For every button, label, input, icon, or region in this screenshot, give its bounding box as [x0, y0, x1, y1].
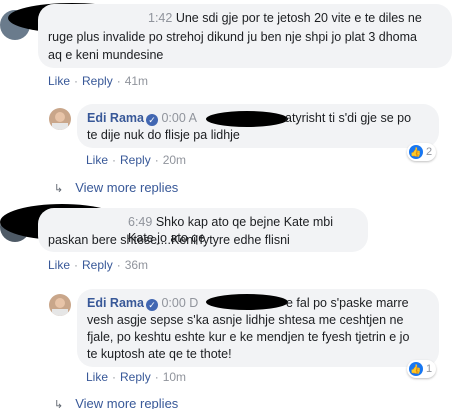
reply-link[interactable]: Reply — [120, 153, 151, 167]
view-more-label: View more replies — [75, 180, 179, 195]
redacted-name — [206, 294, 288, 310]
reply-actions: Like · Reply · 10m — [86, 370, 186, 384]
comment-actions: Like · Reply · 36m — [48, 258, 148, 272]
reply-actions: Like · Reply · 20m — [86, 153, 186, 167]
redacted-name — [206, 111, 288, 127]
reply-link[interactable]: Reply — [82, 258, 113, 272]
reaction-count[interactable]: 👍 1 — [407, 360, 437, 378]
comment-text-line: aq e keni mundesine — [48, 48, 164, 62]
view-more-label: View more replies — [75, 396, 179, 409]
reaction-number: 1 — [426, 363, 433, 375]
separator: · — [112, 370, 117, 384]
author-name[interactable]: Edi Rama — [87, 111, 144, 125]
timestamp[interactable]: 0:00 — [161, 111, 185, 125]
separator: · — [154, 153, 159, 167]
reply-text-line: fjale, po keshtu eshte kur e ke mendjen … — [87, 330, 410, 344]
reaction-count[interactable]: 👍 2 — [407, 143, 437, 161]
separator: · — [116, 74, 121, 88]
timestamp[interactable]: 1:42 — [148, 11, 172, 25]
timestamp[interactable]: 0:00 — [161, 296, 185, 310]
reply-arrow-icon: ↳ — [54, 399, 64, 409]
separator: · — [154, 370, 159, 384]
like-link[interactable]: Like — [86, 370, 108, 384]
comment-age[interactable]: 41m — [125, 74, 148, 88]
like-link[interactable]: Like — [48, 258, 70, 272]
comment-text-line: paskan bere shtese....Keni fytyre edhe f… — [48, 233, 290, 247]
view-more-replies-button[interactable]: ↳ View more replies — [54, 180, 178, 195]
reply-text-line: atyrisht ti s'di gje se po — [285, 111, 412, 125]
reply-age[interactable]: 20m — [163, 153, 186, 167]
reply-text-line: vesh asgje sepse s'ka asnje lidhje shtes… — [87, 313, 404, 327]
reply-link[interactable]: Reply — [82, 74, 113, 88]
thumbs-up-icon: 👍 — [409, 145, 423, 159]
timestamp[interactable]: 6:49 — [128, 215, 152, 229]
comment-age[interactable]: 36m — [125, 258, 148, 272]
separator: · — [112, 153, 117, 167]
timestamp-suffix: D — [189, 296, 199, 310]
author-name[interactable]: Edi Rama — [87, 296, 144, 310]
comment-text-line: ruge plus invalide po strehoj dikund ju … — [48, 30, 417, 44]
reply-text-line: e fal po s'paske marre — [286, 296, 409, 310]
separator: · — [74, 74, 79, 88]
comment-text: Une sdi gje por te jetosh 20 vite e te d… — [175, 11, 422, 25]
reply-link[interactable]: Reply — [120, 370, 151, 384]
verified-badge-icon: ✓ — [145, 299, 158, 311]
reply-arrow-icon: ↳ — [54, 183, 64, 195]
separator: · — [116, 258, 121, 272]
reply-text-line: te dije nuk do flisje pa lidhje — [87, 128, 240, 142]
avatar[interactable] — [49, 294, 71, 316]
separator: · — [74, 258, 79, 272]
view-more-replies-button[interactable]: ↳ View more replies — [54, 396, 178, 409]
avatar[interactable] — [49, 108, 71, 130]
thumbs-up-icon: 👍 — [409, 362, 423, 376]
comment-actions: Like · Reply · 41m — [48, 74, 148, 88]
reply-age[interactable]: 10m — [163, 370, 186, 384]
like-link[interactable]: Like — [48, 74, 70, 88]
reaction-number: 2 — [426, 146, 433, 158]
reply-text-line: te kuptosh ate qe te thote! — [87, 347, 232, 361]
timestamp-suffix: A — [188, 111, 197, 125]
verified-badge-icon: ✓ — [145, 114, 158, 126]
like-link[interactable]: Like — [86, 153, 108, 167]
